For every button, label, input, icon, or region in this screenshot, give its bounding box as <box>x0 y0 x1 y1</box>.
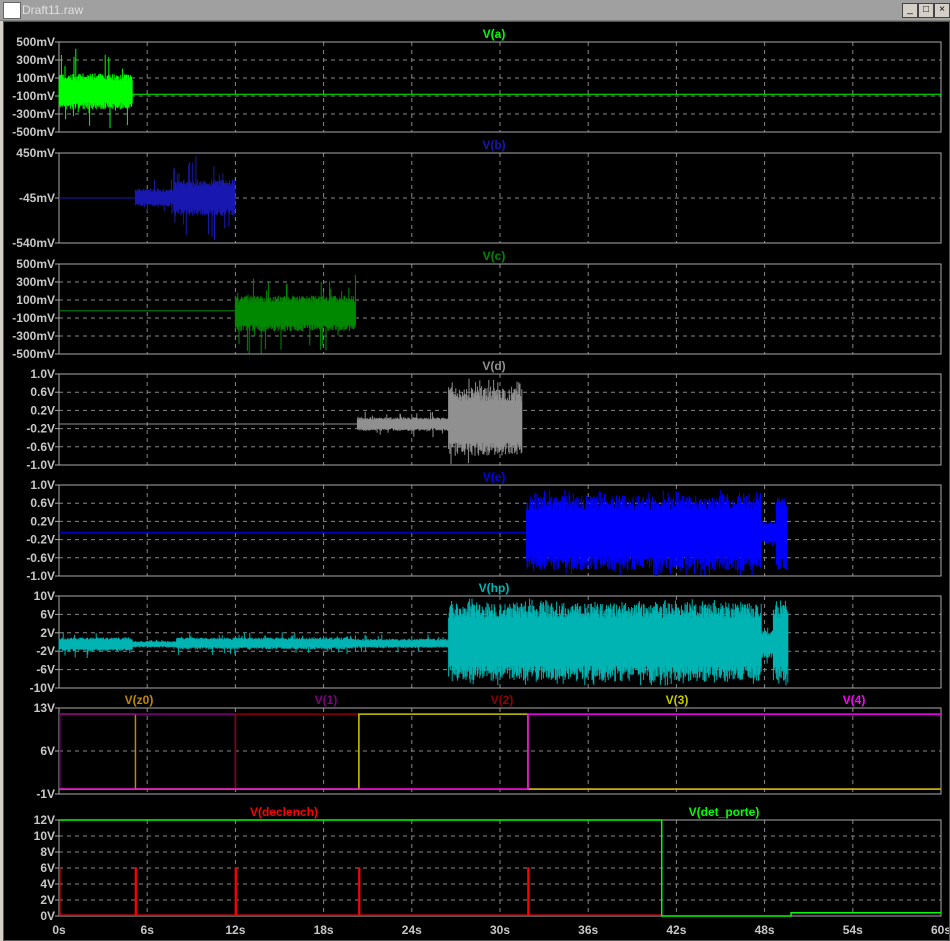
trace-label[interactable]: V(3) <box>666 693 689 707</box>
panel-frame <box>58 41 942 133</box>
panel-5[interactable]: 10V 6V 2V -2V -6V -10V V(hp) <box>30 581 942 695</box>
y-tick-label: 300mV <box>16 275 55 289</box>
window-title: Draft11.raw <box>22 3 84 17</box>
x-tick-label: 30s <box>490 923 510 937</box>
x-tick-label: 6s <box>141 923 155 937</box>
x-tick-label: 54s <box>843 923 863 937</box>
y-tick-label: -300mV <box>12 329 55 343</box>
panel-4[interactable]: 1.0V 0.6V 0.2V -0.2V -0.6V -1.0V V(e) <box>26 470 942 583</box>
y-tick-label: -0.6V <box>26 551 55 565</box>
y-tick-label: 2V <box>40 626 55 640</box>
y-tick-label: 13V <box>34 701 55 715</box>
y-tick-label: -100mV <box>12 311 55 325</box>
x-tick-label: 24s <box>402 923 422 937</box>
waveform-plot-area[interactable]: 500mV 300mV 100mV -100mV -300mV -500mV V(a) 450… <box>3 21 950 941</box>
y-tick-label: -0.6V <box>26 440 55 454</box>
y-tick-label: -6V <box>36 663 55 677</box>
y-tick-label: 8V <box>40 845 55 859</box>
x-tick-label: 36s <box>578 923 598 937</box>
minimize-button[interactable]: _ <box>902 3 918 18</box>
trace-label[interactable]: V(declench) <box>250 805 318 819</box>
y-tick-label: -500mV <box>12 125 55 139</box>
y-tick-label: -1.0V <box>26 569 55 583</box>
trace-label[interactable]: V(z0) <box>125 693 154 707</box>
y-tick-label: -500mV <box>12 347 55 361</box>
trace-label[interactable]: V(d) <box>482 359 505 373</box>
y-tick-label: 0.6V <box>30 496 55 510</box>
y-tick-label: -10V <box>30 681 55 695</box>
y-tick-label: 10V <box>34 589 55 603</box>
panel-frame <box>58 263 942 355</box>
y-tick-label: -300mV <box>12 107 55 121</box>
y-tick-label: -0.2V <box>26 533 55 547</box>
y-tick-label: 12V <box>34 813 55 827</box>
x-tick-label: 60s <box>931 923 949 937</box>
x-tick-label: 18s <box>314 923 334 937</box>
y-tick-label: 0V <box>40 909 55 923</box>
trace-label[interactable]: V(a) <box>483 27 506 41</box>
y-tick-label: 1.0V <box>30 367 55 381</box>
y-tick-label: -100mV <box>12 89 55 103</box>
y-tick-label: 4V <box>40 877 55 891</box>
title-bar: Draft11.raw _ □ × <box>0 0 950 21</box>
trace-label[interactable]: V(1) <box>315 693 338 707</box>
y-tick-label: -2V <box>36 644 55 658</box>
panel-0[interactable]: 500mV 300mV 100mV -100mV -300mV -500mV V(a) <box>12 27 942 139</box>
trace-label[interactable]: V(c) <box>483 249 506 263</box>
trace-vc[interactable] <box>59 274 356 354</box>
trace-vhp[interactable] <box>58 598 789 686</box>
y-tick-label: -0.2V <box>26 422 55 436</box>
y-tick-label: 100mV <box>16 293 55 307</box>
trace-label[interactable]: V(det_porte) <box>689 805 760 819</box>
y-tick-label: 300mV <box>16 53 55 67</box>
x-tick-label: 0s <box>52 923 66 937</box>
y-tick-label: 500mV <box>16 257 55 271</box>
y-tick-label: 6V <box>40 744 55 758</box>
panel-frame <box>58 484 942 577</box>
y-tick-label: -540mV <box>12 236 55 250</box>
close-button[interactable]: × <box>934 3 950 18</box>
trace-label[interactable]: V(e) <box>483 470 506 484</box>
trace-vd[interactable] <box>59 378 523 464</box>
panel-3[interactable]: 1.0V 0.6V 0.2V -0.2V -0.6V -1.0V V(d) <box>26 359 942 472</box>
y-tick-label: 1.0V <box>30 478 55 492</box>
waveform-svg[interactable]: 500mV 300mV 100mV -100mV -300mV -500mV V(a) 450… <box>4 22 949 940</box>
y-tick-label: 500mV <box>16 35 55 49</box>
x-tick-label: 48s <box>755 923 775 937</box>
y-tick-label: 0.6V <box>30 385 55 399</box>
trace-label[interactable]: V(2) <box>491 693 514 707</box>
y-tick-label: 450mV <box>16 146 55 160</box>
y-tick-label: 0.2V <box>30 403 55 417</box>
y-tick-label: 0.2V <box>30 514 55 528</box>
y-tick-label: 100mV <box>16 71 55 85</box>
y-tick-label: -45mV <box>19 191 55 205</box>
panel-7[interactable]: 12V 10V 8V 6V 4V 2V 0V V(declench) V(det_porte) <box>34 805 942 923</box>
y-tick-label: 6V <box>40 607 55 621</box>
y-tick-label: 6V <box>40 861 55 875</box>
maximize-button[interactable]: □ <box>918 3 934 18</box>
waveform-app-icon <box>3 2 21 19</box>
y-tick-label: 10V <box>34 829 55 843</box>
y-tick-label: -1.0V <box>26 458 55 472</box>
x-tick-label: 12s <box>225 923 245 937</box>
trace-label[interactable]: V(b) <box>482 138 505 152</box>
trace-vdeclench[interactable] <box>58 867 662 916</box>
panel-6[interactable]: 13V 6V -1V V(z0) V(1) V(2) V(3) V(4) <box>34 693 942 801</box>
y-tick-label: -1V <box>36 787 55 801</box>
panel-2[interactable]: 500mV 300mV 100mV -100mV -300mV -500mV V(c) <box>12 249 942 361</box>
x-tick-label: 42s <box>666 923 686 937</box>
trace-label[interactable]: V(4) <box>843 693 866 707</box>
y-tick-label: 2V <box>40 893 55 907</box>
panel-1[interactable]: 450mV -45mV -540mV V(b) <box>12 138 942 250</box>
trace-label[interactable]: V(hp) <box>479 581 510 595</box>
